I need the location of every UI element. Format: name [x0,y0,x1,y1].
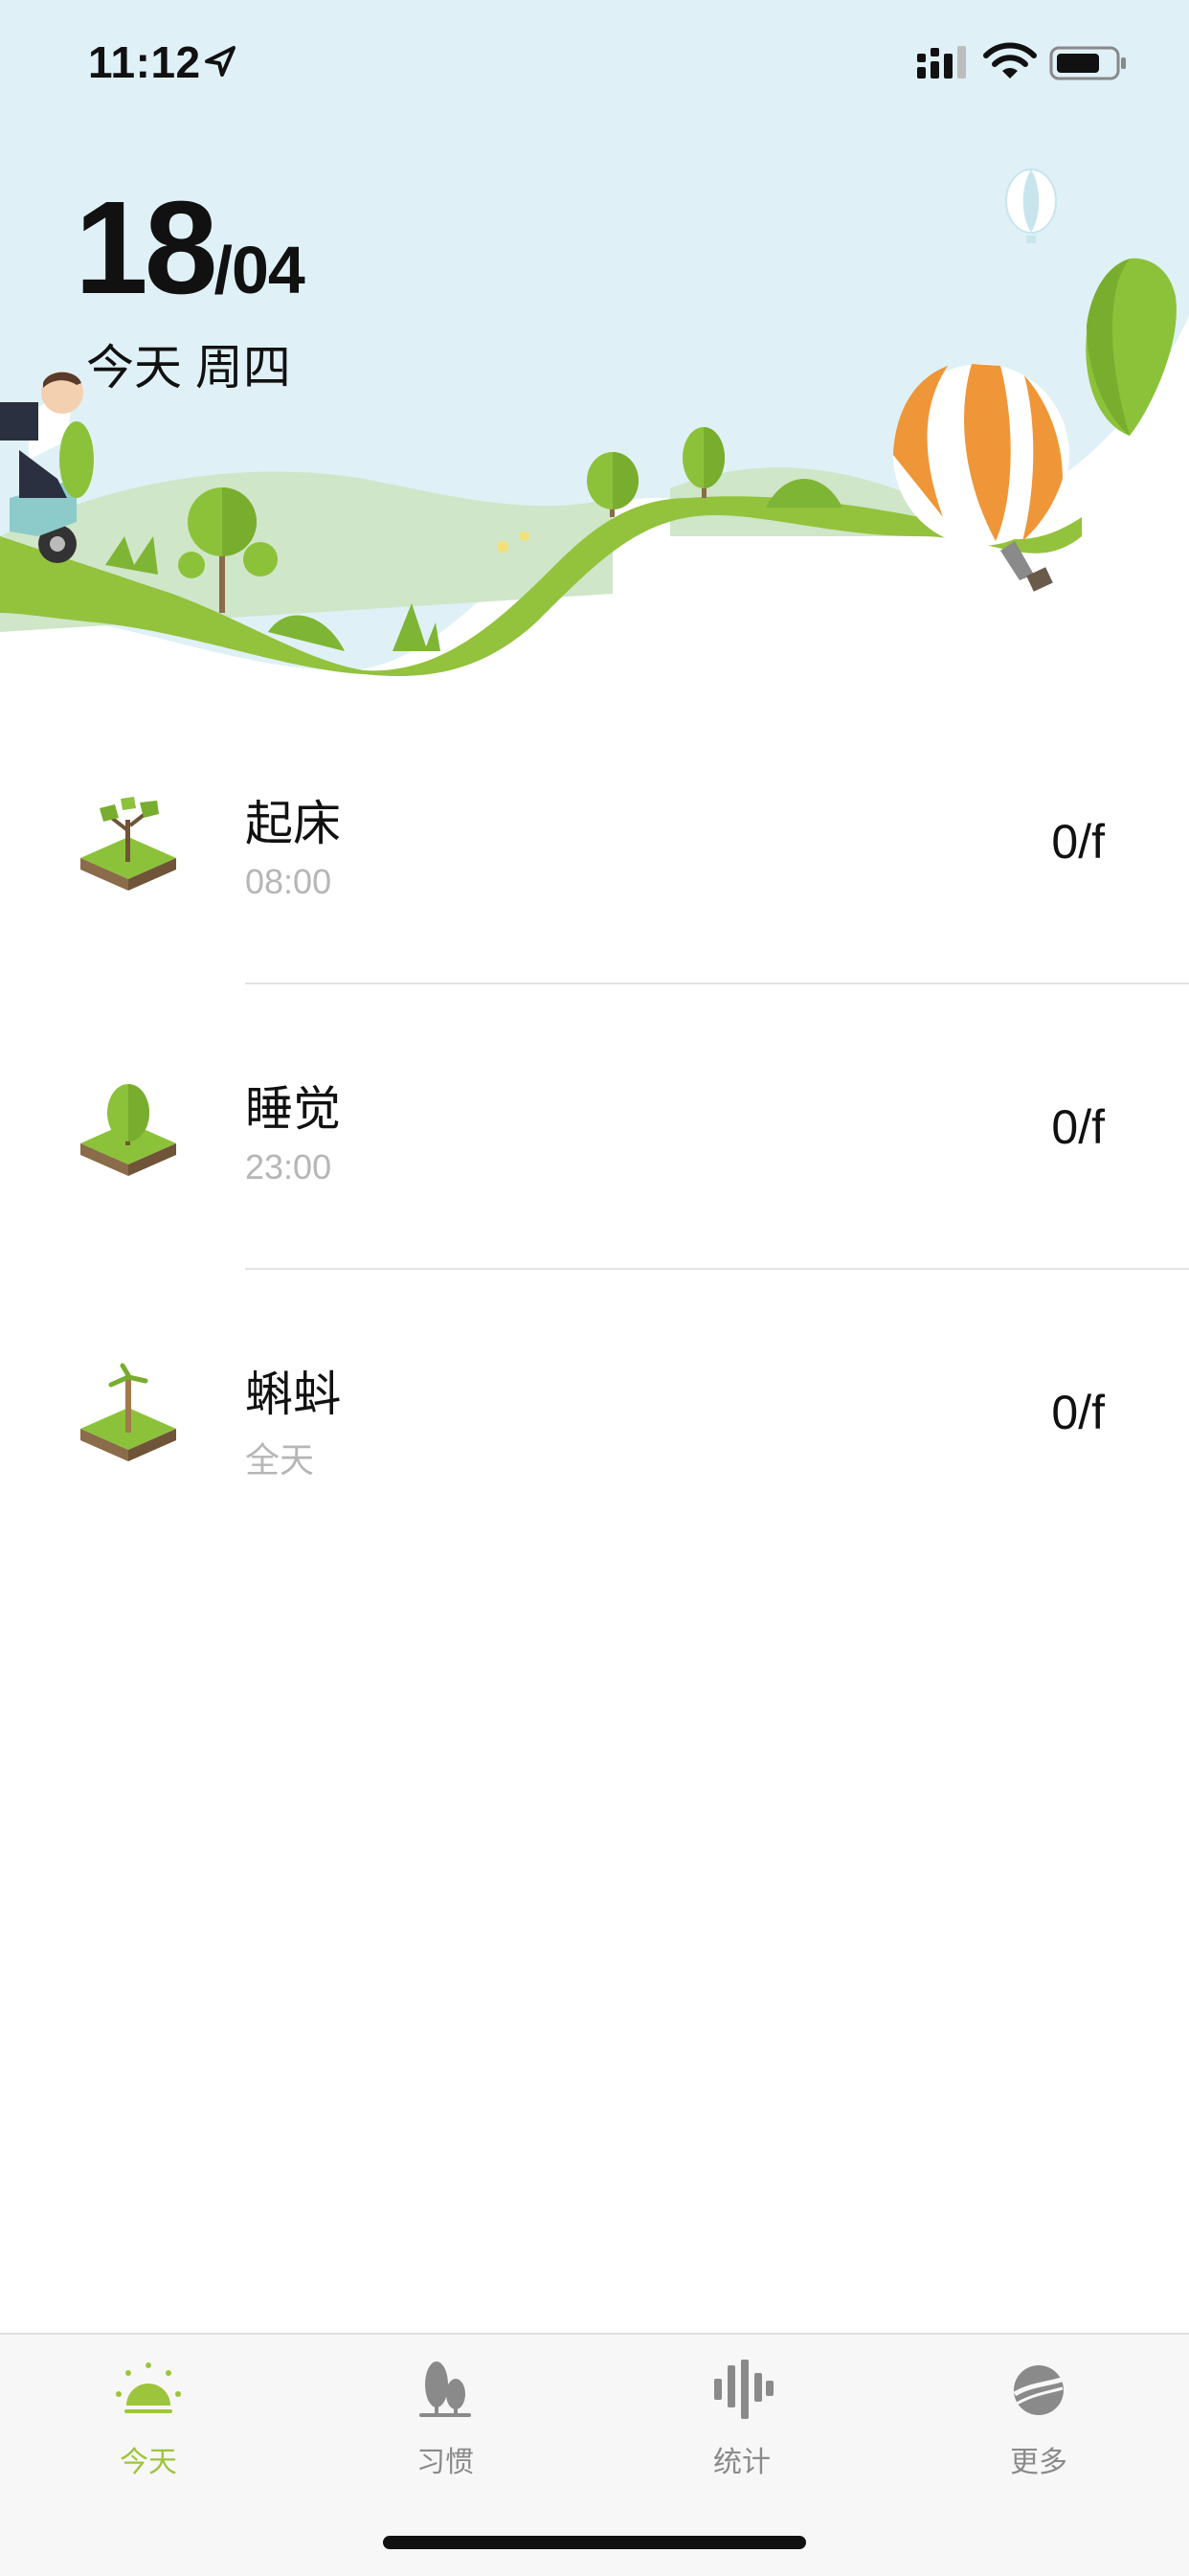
tab-habits[interactable]: 习惯 [297,2335,594,2497]
date-header: 18/04 [75,182,305,314]
habit-name: 蝌蚪 [245,1367,341,1421]
habit-count: 0/f [1051,1100,1105,1154]
status-bar: 11:12 [0,0,1189,128]
habit-time: 08:00 [245,862,332,901]
habit-time: 23:00 [245,1147,332,1186]
habit-list: 起床 08:00 0/f 睡觉 23:00 0/f 蝌蚪 全天 0/f [0,699,1189,1555]
date-subtitle: 今天 周四 [86,341,291,395]
tab-label: 统计 [713,2447,771,2478]
habit-name: 起床 [245,797,341,850]
sapling-icon [80,797,176,891]
status-time: 11:12 [88,37,201,87]
tab-label: 习惯 [416,2447,474,2478]
globe-icon [1013,2365,1066,2415]
tree-icon [80,1084,176,1176]
cellular-signal-icon [917,46,966,79]
tab-label: 更多 [1010,2447,1067,2478]
date-day: 18 [75,174,217,322]
habit-row[interactable]: 起床 08:00 0/f [0,699,1189,984]
date-month: /04 [213,233,305,307]
habit-count: 0/f [1051,1386,1105,1439]
habit-row[interactable]: 蝌蚪 全天 0/f [0,1270,1189,1555]
tab-today[interactable]: 今天 [0,2335,297,2497]
trees-icon [419,2361,471,2417]
habit-name: 睡觉 [245,1082,341,1136]
habit-count: 0/f [1051,815,1105,869]
tab-stats[interactable]: 统计 [594,2335,890,2497]
location-arrow-icon [205,46,236,77]
home-indicator [383,2536,806,2549]
palm-icon [80,1363,176,1461]
habit-time: 全天 [245,1440,315,1480]
sunrise-icon [116,2362,181,2413]
bars-icon [714,2360,774,2419]
battery-icon [1049,46,1126,80]
tab-more[interactable]: 更多 [890,2335,1187,2497]
tab-label: 今天 [120,2447,177,2478]
wifi-icon [983,42,1037,79]
habit-row[interactable]: 睡觉 23:00 0/f [0,984,1189,1270]
